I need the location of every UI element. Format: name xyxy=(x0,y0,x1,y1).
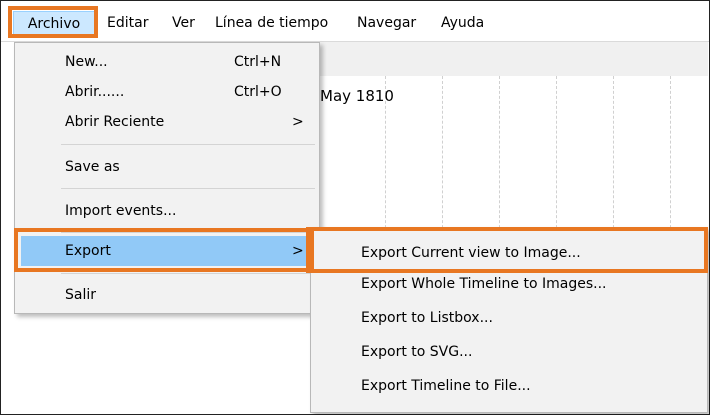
menubar: Archivo Editar Ver Línea de tiempo Naveg… xyxy=(1,1,709,42)
menu-item-label: Export xyxy=(65,243,111,259)
menu-item-save-as[interactable]: Save as xyxy=(16,152,318,182)
archivo-dropdown: New... Ctrl+N Abrir...... Ctrl+O Abrir R… xyxy=(14,42,320,314)
menu-separator xyxy=(61,144,315,145)
menu-editar[interactable]: Editar xyxy=(107,13,148,33)
menu-separator xyxy=(61,232,315,233)
menu-item-label: Salir xyxy=(65,287,97,303)
submenu-item-export-listbox[interactable]: Export to Listbox... xyxy=(312,303,706,333)
timeline-header xyxy=(318,42,708,76)
menu-item-label: Abrir...... xyxy=(65,84,125,100)
menu-item-label: Export Current view to Image... xyxy=(361,245,581,261)
menu-navegar[interactable]: Navegar xyxy=(357,13,416,33)
menu-item-import-events[interactable]: Import events... xyxy=(16,196,318,226)
export-submenu: Export Current view to Image... Export W… xyxy=(310,227,708,413)
menu-item-label: Export Timeline to File... xyxy=(361,378,531,394)
menu-separator xyxy=(61,188,315,189)
submenu-item-export-whole-timeline[interactable]: Export Whole Timeline to Images... xyxy=(312,269,706,299)
menu-item-label: Import events... xyxy=(65,203,177,219)
submenu-item-export-current-view[interactable]: Export Current view to Image... xyxy=(312,238,706,268)
shortcut-label: Ctrl+N xyxy=(234,54,282,70)
submenu-arrow-icon: > xyxy=(292,114,304,130)
timeline-date-label: May 1810 xyxy=(320,87,394,105)
submenu-item-export-timeline-file[interactable]: Export Timeline to File... xyxy=(312,371,706,401)
menu-item-label: Abrir Reciente xyxy=(65,114,165,130)
shortcut-label: Ctrl+O xyxy=(234,84,282,100)
menu-item-label: New... xyxy=(65,54,108,70)
menu-item-label: Export Whole Timeline to Images... xyxy=(361,276,607,292)
menu-item-label: Export to SVG... xyxy=(361,344,473,360)
menu-ver[interactable]: Ver xyxy=(172,13,195,33)
menu-ayuda[interactable]: Ayuda xyxy=(441,13,484,33)
submenu-item-export-svg[interactable]: Export to SVG... xyxy=(312,337,706,367)
menu-item-label: Save as xyxy=(65,159,120,175)
menu-item-abrir-reciente[interactable]: Abrir Reciente > xyxy=(16,107,318,137)
menu-item-new[interactable]: New... Ctrl+N xyxy=(16,47,318,77)
submenu-arrow-icon: > xyxy=(292,243,304,259)
menu-item-label: Export to Listbox... xyxy=(361,310,493,326)
menu-item-abrir[interactable]: Abrir...... Ctrl+O xyxy=(16,77,318,107)
menu-linea-de-tiempo[interactable]: Línea de tiempo xyxy=(215,13,328,33)
menu-item-export[interactable]: Export > xyxy=(21,236,317,266)
menu-separator xyxy=(61,273,315,274)
menu-item-salir[interactable]: Salir xyxy=(16,280,318,310)
menu-archivo[interactable]: Archivo xyxy=(13,11,95,35)
